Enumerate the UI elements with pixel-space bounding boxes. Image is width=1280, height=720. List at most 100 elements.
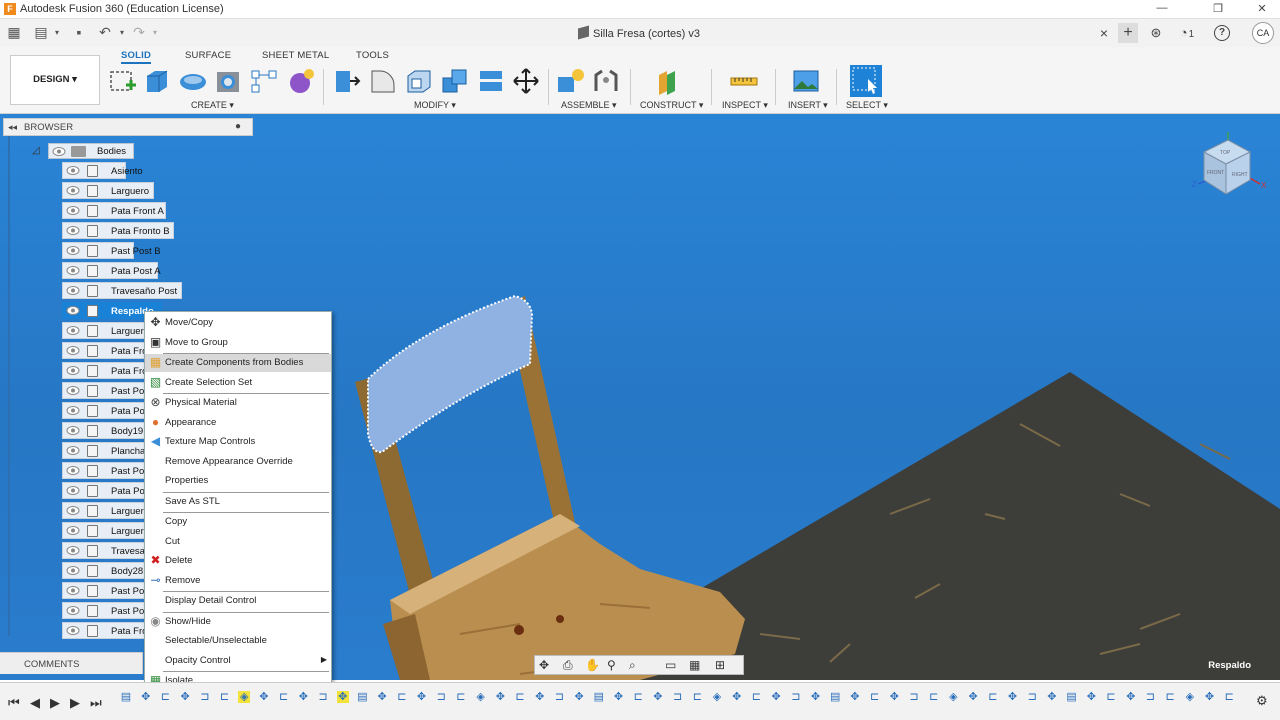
close-tab-button[interactable]: × — [1094, 23, 1114, 43]
timeline-feature-icon[interactable]: ◈ — [947, 691, 959, 703]
browser-item[interactable]: Body28 — [62, 562, 146, 579]
context-menu-item[interactable]: Display Detail Control — [145, 592, 331, 610]
browser-item[interactable]: Body19 — [62, 422, 146, 439]
timeline-feature-icon[interactable]: ⊏ — [514, 691, 526, 703]
timeline-feature-icon[interactable]: ✥ — [1204, 691, 1216, 703]
eye-icon[interactable] — [66, 405, 80, 416]
tab-sheet-metal[interactable]: SHEET METAL — [262, 50, 329, 61]
select-icon[interactable] — [850, 65, 882, 97]
timeline-feature-icon[interactable]: ⊐ — [1144, 691, 1156, 703]
timeline-feature-icon[interactable]: ⊏ — [750, 691, 762, 703]
timeline-feature-icon[interactable]: ✥ — [1046, 691, 1058, 703]
browser-item[interactable]: Larguer — [62, 522, 146, 539]
timeline-feature-icon[interactable]: ⊏ — [632, 691, 644, 703]
timeline-feature-icon[interactable]: ⊏ — [455, 691, 467, 703]
insert-group-label[interactable]: INSERT ▾ — [788, 100, 828, 111]
context-menu-item[interactable]: ▦ Create Components from Bodies — [145, 354, 331, 372]
move-copy-icon[interactable] — [511, 67, 541, 95]
context-menu-item[interactable]: Copy — [145, 513, 331, 531]
timeline-feature-icon[interactable]: ✥ — [731, 691, 743, 703]
new-tab-button[interactable]: + — [1118, 23, 1138, 43]
restore-icon[interactable]: ❐ — [1208, 2, 1228, 15]
timeline-feature-icon[interactable]: ✥ — [849, 691, 861, 703]
timeline-feature-icon[interactable]: ✥ — [258, 691, 270, 703]
context-menu-item[interactable]: Save As STL — [145, 493, 331, 511]
redo-dropdown-icon[interactable]: ▾ — [146, 28, 164, 37]
timeline-feature-icon[interactable]: ⊐ — [672, 691, 684, 703]
timeline-feature-icon[interactable]: ✥ — [416, 691, 428, 703]
browser-item[interactable]: Pata Fro — [62, 362, 147, 379]
pan-icon[interactable]: ✋ — [585, 658, 600, 672]
timeline-feature-icon[interactable]: ◈ — [475, 691, 487, 703]
timeline-feature-icon[interactable]: ⊏ — [159, 691, 171, 703]
eye-icon[interactable] — [66, 385, 80, 396]
timeline-feature-icon[interactable]: ⊏ — [278, 691, 290, 703]
browser-item[interactable]: Pata Front A — [62, 202, 166, 219]
context-menu-item[interactable]: Cut — [145, 533, 331, 551]
eye-icon[interactable] — [66, 425, 80, 436]
close-icon[interactable]: ✕ — [1252, 2, 1272, 15]
data-panel-grid-icon[interactable]: ▦ — [5, 24, 23, 41]
revolve-icon[interactable] — [178, 67, 208, 95]
eye-icon[interactable] — [66, 205, 80, 216]
help-icon[interactable]: ? — [1214, 25, 1230, 41]
context-menu-item[interactable]: Selectable/Unselectable — [145, 632, 331, 650]
timeline-feature-icon[interactable]: ✥ — [573, 691, 585, 703]
eye-icon[interactable] — [66, 225, 80, 236]
document-tab[interactable]: Silla Fresa (cortes) v3 — [578, 25, 700, 40]
eye-icon[interactable] — [66, 585, 80, 596]
context-menu-item[interactable]: Opacity Control ▶ — [145, 652, 331, 670]
timeline-settings-icon[interactable]: ⚙ — [1256, 693, 1268, 709]
timeline-feature-icon[interactable]: ⊏ — [396, 691, 408, 703]
modify-group-label[interactable]: MODIFY ▾ — [414, 100, 456, 111]
browser-item[interactable]: Pata Po — [62, 402, 146, 419]
timeline-feature-icon[interactable]: ✥ — [613, 691, 625, 703]
extensions-icon[interactable]: ⊛ — [1146, 23, 1166, 43]
workspace-switcher[interactable]: DESIGN ▾ — [10, 55, 100, 105]
timeline-feature-icon[interactable]: ✥ — [1085, 691, 1097, 703]
browser-item[interactable]: Past Po — [62, 382, 146, 399]
browser-item[interactable]: Pata Po — [62, 482, 146, 499]
eye-icon[interactable] — [66, 605, 80, 616]
new-component-icon[interactable] — [556, 67, 586, 95]
press-pull-icon[interactable] — [332, 67, 362, 95]
browser-pin-icon[interactable]: ● — [235, 121, 241, 132]
timeline-feature-icon[interactable]: ▤ — [829, 691, 841, 703]
context-menu-item[interactable]: ▧ Create Selection Set — [145, 374, 331, 392]
eye-icon[interactable] — [66, 445, 80, 456]
browser-item[interactable]: Past Po — [62, 462, 146, 479]
context-menu-item[interactable]: ▣ Move to Group — [145, 334, 331, 352]
shell-icon[interactable] — [404, 67, 434, 95]
undo-dropdown-icon[interactable]: ▾ — [113, 28, 131, 37]
eye-icon[interactable] — [66, 565, 80, 576]
go-to-end-icon[interactable]: ⏭ — [90, 695, 102, 711]
timeline-feature-icon[interactable]: ✥ — [534, 691, 546, 703]
timeline-feature-icon[interactable]: ⊐ — [317, 691, 329, 703]
joint-icon[interactable] — [591, 67, 621, 95]
assemble-group-label[interactable]: ASSEMBLE ▾ — [561, 100, 617, 111]
rectangular-pattern-icon[interactable] — [249, 67, 279, 95]
timeline-feature-icon[interactable]: ⊐ — [553, 691, 565, 703]
bodies-folder[interactable]: Bodies — [48, 143, 134, 159]
browser-item[interactable]: Pata Post A — [62, 262, 161, 279]
timeline-feature-icon[interactable]: ⊏ — [219, 691, 231, 703]
split-body-icon[interactable] — [476, 67, 506, 95]
eye-icon[interactable] — [66, 165, 80, 176]
browser-item[interactable]: Plancha — [62, 442, 146, 459]
timeline-feature-icon[interactable]: ✥ — [140, 691, 152, 703]
timeline-feature-icon[interactable]: ▤ — [593, 691, 605, 703]
context-menu-item[interactable]: ⊸ Remove — [145, 572, 331, 590]
browser-item[interactable]: Pata Fro — [62, 622, 147, 639]
eye-icon[interactable] — [66, 525, 80, 536]
timeline-feature-icon[interactable]: ✥ — [1125, 691, 1137, 703]
timeline-feature-icon[interactable]: ▤ — [356, 691, 368, 703]
extrude-icon[interactable] — [142, 67, 172, 95]
timeline-feature-icon[interactable]: ✥ — [810, 691, 822, 703]
offset-plane-icon[interactable] — [653, 67, 683, 95]
eye-icon[interactable] — [66, 345, 80, 356]
timeline-feature-icon[interactable]: ▤ — [120, 691, 132, 703]
eye-icon[interactable] — [66, 545, 80, 556]
step-back-icon[interactable]: ◀ — [30, 695, 40, 711]
timeline-feature-icon[interactable]: ✥ — [297, 691, 309, 703]
zoom-icon[interactable]: ⚲ — [607, 658, 616, 672]
